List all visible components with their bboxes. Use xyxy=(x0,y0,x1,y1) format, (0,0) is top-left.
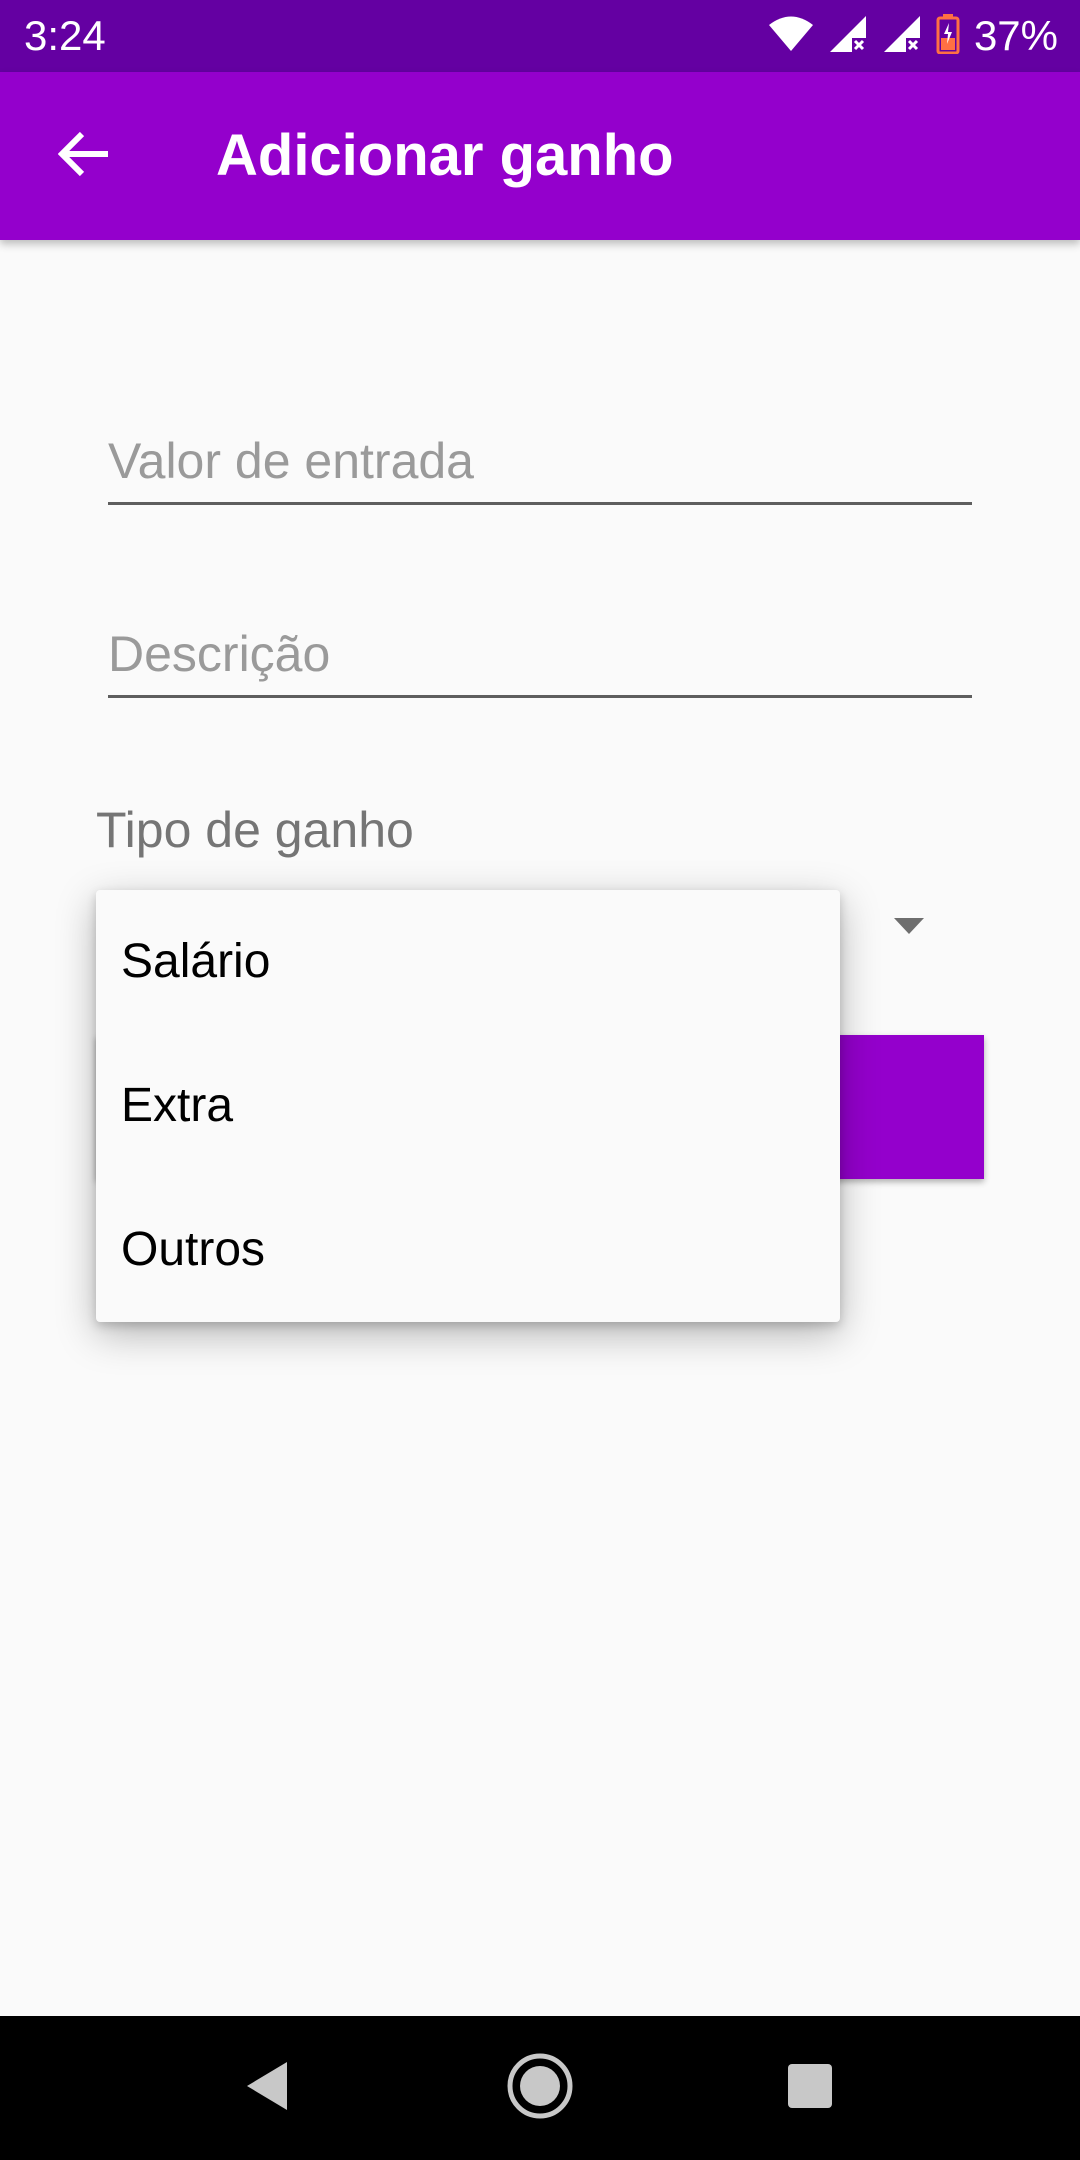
tipo-dropdown-menu: Salário Extra Outros xyxy=(96,890,840,1322)
dropdown-option-extra[interactable]: Extra xyxy=(96,1034,840,1178)
wifi-icon xyxy=(768,16,814,57)
battery-percent: 37% xyxy=(973,12,1058,59)
nav-home-icon xyxy=(506,2052,574,2125)
status-time: 3:24 xyxy=(24,12,106,59)
signal-icon xyxy=(828,14,868,59)
battery-charging-icon xyxy=(936,13,960,59)
nav-back-button[interactable] xyxy=(227,2048,307,2128)
nav-home-button[interactable] xyxy=(500,2048,580,2128)
valor-placeholder: Valor de entrada xyxy=(108,433,474,489)
dropdown-arrow-icon[interactable] xyxy=(894,918,924,934)
dropdown-option-outros[interactable]: Outros xyxy=(96,1178,840,1322)
descricao-input[interactable]: Descrição xyxy=(108,618,972,698)
valor-input[interactable]: Valor de entrada xyxy=(108,425,972,505)
back-button[interactable] xyxy=(40,112,128,200)
nav-recents-button[interactable] xyxy=(770,2048,850,2128)
signal-icon xyxy=(882,14,922,59)
status-icons: 37% xyxy=(768,12,1058,60)
nav-recents-icon xyxy=(786,2062,834,2115)
dropdown-option-salario[interactable]: Salário xyxy=(96,890,840,1034)
app-bar: Adicionar ganho xyxy=(0,72,1080,240)
nav-back-icon xyxy=(243,2060,291,2117)
page-title: Adicionar ganho xyxy=(216,123,674,188)
descricao-placeholder: Descrição xyxy=(108,626,331,682)
arrow-back-icon xyxy=(57,128,110,185)
navigation-bar xyxy=(0,2016,1080,2160)
tipo-label: Tipo de ganho xyxy=(96,802,414,858)
status-bar: 3:24 37% xyxy=(0,0,1080,72)
